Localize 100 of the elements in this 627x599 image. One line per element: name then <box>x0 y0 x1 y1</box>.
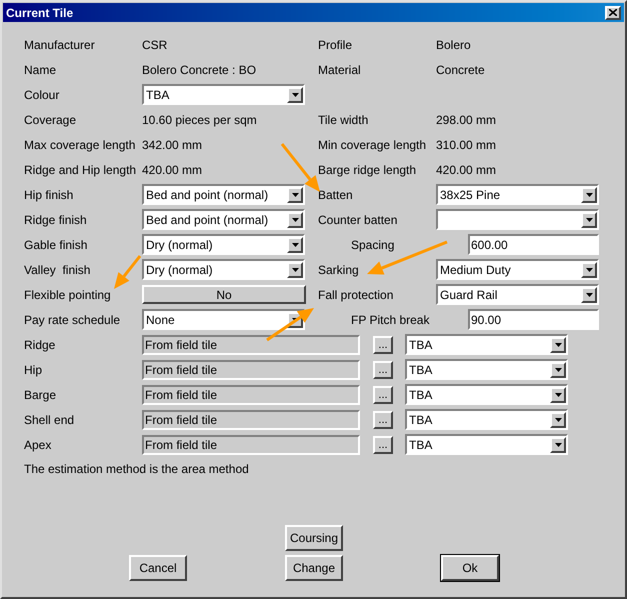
field-value: Concrete <box>436 62 485 78</box>
annotation-arrow <box>114 255 142 289</box>
dialog-button[interactable]: Change <box>285 555 343 581</box>
field-value: 298.00 mm <box>436 112 496 128</box>
component-label: Shell end <box>24 412 76 428</box>
caret-icon <box>554 342 562 346</box>
browse-button[interactable]: ... <box>373 410 393 428</box>
field-label: Hip finish <box>24 186 74 204</box>
dropdown[interactable]: None <box>142 309 305 330</box>
dropdown-arrow-button[interactable] <box>287 236 303 252</box>
field-value: 420.00 mm <box>436 162 496 178</box>
dropdown-arrow-button[interactable] <box>550 336 566 352</box>
field-label: Name <box>24 62 56 78</box>
dropdown[interactable]: Guard Rail <box>436 284 599 305</box>
field-label: Spacing <box>351 236 394 254</box>
field-label: FP Pitch break <box>351 312 430 328</box>
dropdown-arrow-button[interactable] <box>287 212 303 228</box>
caret-icon <box>292 192 298 196</box>
dropdown-arrow-button[interactable] <box>550 436 566 452</box>
input-field[interactable]: 600.00 <box>468 234 599 255</box>
component-label: Hip <box>24 362 44 378</box>
dropdown[interactable]: TBA <box>142 84 305 105</box>
dropdown[interactable]: TBA <box>405 334 568 355</box>
source-field: From field tile <box>142 410 360 430</box>
dropdown-arrow-button[interactable] <box>581 286 597 302</box>
field-label: Material <box>318 62 361 78</box>
dialog-button[interactable]: Coursing <box>285 525 343 551</box>
field-label: Counter batten <box>318 212 398 228</box>
caret-icon <box>586 218 592 222</box>
caret-icon <box>292 92 298 96</box>
dropdown[interactable]: Bed and point (normal) <box>142 184 305 205</box>
field-label: Flexible pointing <box>24 286 111 304</box>
field-label: Ridge finish <box>24 212 87 228</box>
dropdown[interactable]: Medium Duty <box>436 259 599 280</box>
component-label: Apex <box>24 436 52 454</box>
field-label: Coverage <box>24 112 76 128</box>
caret-icon <box>586 268 592 272</box>
field-label: Min coverage length <box>318 136 426 154</box>
caret-icon <box>292 242 298 246</box>
source-field: From field tile <box>142 334 360 354</box>
dropdown[interactable]: TBA <box>405 409 568 430</box>
dropdown[interactable]: Dry (normal) <box>142 259 305 280</box>
field-label: Tile width <box>318 112 368 128</box>
dropdown-arrow-button[interactable] <box>581 262 597 278</box>
toggle-button[interactable]: No <box>142 285 306 304</box>
dialog-button[interactable]: Ok <box>441 555 499 581</box>
browse-button[interactable]: ... <box>373 436 393 454</box>
component-label: Barge <box>24 386 58 404</box>
browse-button[interactable]: ... <box>373 336 393 354</box>
field-value: 310.00 mm <box>436 136 496 154</box>
field-label: Colour <box>24 86 60 104</box>
dropdown[interactable]: 38x25 Pine <box>436 184 599 205</box>
caret-icon <box>554 392 562 396</box>
dropdown-arrow-button[interactable] <box>287 186 303 202</box>
caret-icon <box>554 442 562 446</box>
dropdown-arrow-button[interactable] <box>287 262 303 278</box>
dropdown[interactable] <box>436 209 599 230</box>
field-label: Manufacturer <box>24 36 95 54</box>
dropdown-arrow-button[interactable] <box>550 362 566 378</box>
dropdown[interactable]: TBA <box>405 434 568 455</box>
caret-icon <box>292 268 298 272</box>
caret-icon <box>292 318 298 322</box>
caret-icon <box>586 292 592 296</box>
field-label: Barge ridge length <box>318 162 416 178</box>
dropdown[interactable]: TBA <box>405 384 568 405</box>
window-title: Current Tile <box>6 4 74 22</box>
dropdown-arrow-button[interactable] <box>581 212 597 228</box>
annotation-arrow <box>280 143 320 192</box>
dropdown[interactable]: Dry (normal) <box>142 234 305 255</box>
dialog-button[interactable]: Cancel <box>129 555 187 581</box>
field-label: Ridge and Hip length <box>24 162 136 178</box>
source-field: From field tile <box>142 384 360 404</box>
close-button[interactable] <box>605 6 621 20</box>
caret-icon <box>554 418 562 422</box>
source-field: From field tile <box>142 434 360 454</box>
caret-icon <box>292 218 298 222</box>
field-label: Valley finish <box>24 262 90 278</box>
field-label: Profile <box>318 36 352 54</box>
browse-button[interactable]: ... <box>373 386 393 404</box>
input-field[interactable]: 90.00 <box>468 309 599 330</box>
field-value: Bolero <box>436 36 471 54</box>
browse-button[interactable]: ... <box>373 360 393 378</box>
dropdown-arrow-button[interactable] <box>550 386 566 402</box>
field-label: Gable finish <box>24 236 88 254</box>
field-value: CSR <box>142 36 168 54</box>
dropdown[interactable]: TBA <box>405 359 568 380</box>
field-label: Pay rate schedule <box>24 312 120 328</box>
field-value: 342.00 mm <box>142 136 202 154</box>
dropdown-arrow-button[interactable] <box>550 412 566 428</box>
source-field: From field tile <box>142 360 360 380</box>
field-value: Bolero Concrete : BO <box>142 62 256 78</box>
dropdown-arrow-button[interactable] <box>581 186 597 202</box>
field-label: Batten <box>318 186 353 204</box>
field-label: Fall protection <box>318 286 394 304</box>
field-label: Sarking <box>318 262 359 278</box>
dropdown-arrow-button[interactable] <box>287 86 303 102</box>
note-text: The estimation method is the area method <box>24 461 249 478</box>
dropdown[interactable]: Bed and point (normal) <box>142 209 305 230</box>
field-label: Max coverage length <box>24 136 136 154</box>
field-value: 420.00 mm <box>142 162 202 178</box>
